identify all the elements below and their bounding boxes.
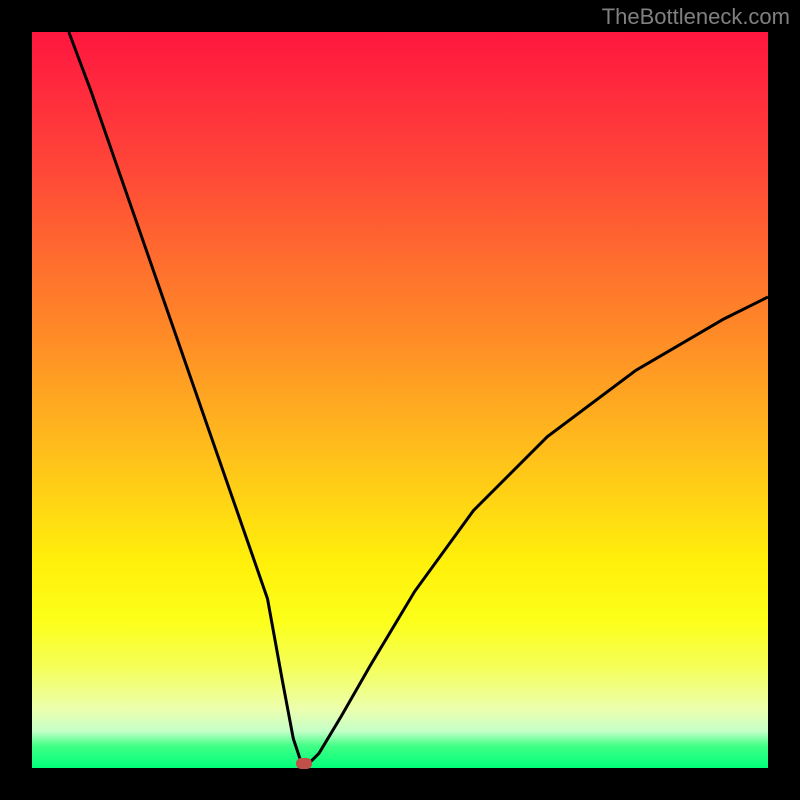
chart-plot-area [32, 32, 768, 768]
bottleneck-curve [32, 32, 768, 768]
curve-line [69, 32, 768, 768]
optimal-point-marker [296, 758, 312, 769]
watermark-text: TheBottleneck.com [602, 4, 790, 30]
